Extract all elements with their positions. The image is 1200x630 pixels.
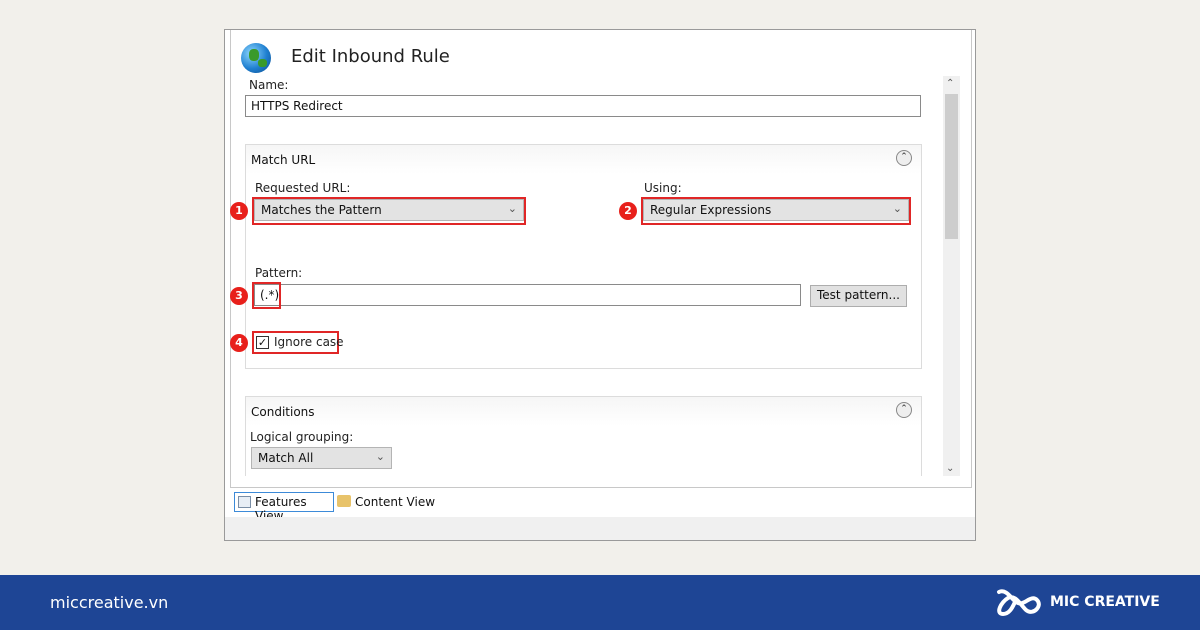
- footer-banner: miccreative.vn MIC CREATIVE: [0, 575, 1200, 630]
- name-label: Name:: [249, 78, 289, 92]
- chevron-down-icon: ⌄: [892, 202, 902, 215]
- step-badge-4: 4: [230, 334, 248, 352]
- using-label: Using:: [644, 181, 682, 195]
- using-dropdown[interactable]: Regular Expressions ⌄: [643, 199, 909, 221]
- pattern-input[interactable]: (.*): [254, 284, 801, 306]
- collapse-match-url-icon[interactable]: ⌃: [896, 150, 912, 166]
- ignore-case-checkbox[interactable]: ✓: [256, 336, 269, 349]
- globe-icon: [241, 43, 271, 73]
- step-badge-3: 3: [230, 287, 248, 305]
- ignore-case-label[interactable]: Ignore case: [274, 335, 344, 349]
- logical-grouping-dropdown[interactable]: Match All ⌄: [251, 447, 392, 469]
- tab-content-view[interactable]: Content View: [336, 492, 436, 512]
- step-badge-2: 2: [619, 202, 637, 220]
- match-url-panel: Match URL: [245, 144, 922, 369]
- logical-grouping-value: Match All: [258, 451, 314, 465]
- page-title: Edit Inbound Rule: [291, 46, 450, 67]
- scroll-down-icon[interactable]: ⌄: [946, 463, 954, 474]
- conditions-header: Conditions: [246, 397, 921, 426]
- match-url-header: Match URL: [246, 145, 921, 174]
- pattern-label: Pattern:: [255, 266, 303, 280]
- requested-url-dropdown[interactable]: Matches the Pattern ⌄: [254, 199, 524, 221]
- chevron-down-icon: ⌄: [507, 202, 517, 215]
- features-view-icon: [238, 496, 251, 508]
- scrollbar-thumb[interactable]: [945, 94, 958, 239]
- requested-url-label: Requested URL:: [255, 181, 351, 195]
- content-view-label: Content View: [355, 495, 436, 509]
- mic-creative-logo-icon: [997, 589, 1041, 617]
- using-value: Regular Expressions: [650, 203, 772, 217]
- name-input[interactable]: HTTPS Redirect: [245, 95, 921, 117]
- vertical-scrollbar[interactable]: ⌃ ⌄: [943, 76, 960, 476]
- test-pattern-button[interactable]: Test pattern...: [810, 285, 907, 307]
- highlight-3: [252, 282, 281, 309]
- collapse-conditions-icon[interactable]: ⌃: [896, 402, 912, 418]
- status-strip: [225, 517, 975, 540]
- requested-url-value: Matches the Pattern: [261, 203, 382, 217]
- tab-features-view[interactable]: Features View: [234, 492, 334, 523]
- chevron-down-icon: ⌄: [375, 450, 385, 463]
- logical-grouping-label: Logical grouping:: [250, 430, 354, 444]
- step-badge-1: 1: [230, 202, 248, 220]
- brand-name: MIC CREATIVE: [1050, 594, 1160, 610]
- edit-inbound-rule-window: Edit Inbound Rule Name: HTTPS Redirect M…: [224, 29, 976, 541]
- website-link[interactable]: miccreative.vn: [50, 593, 168, 612]
- scroll-up-icon[interactable]: ⌃: [946, 78, 954, 89]
- content-view-icon: [337, 495, 351, 507]
